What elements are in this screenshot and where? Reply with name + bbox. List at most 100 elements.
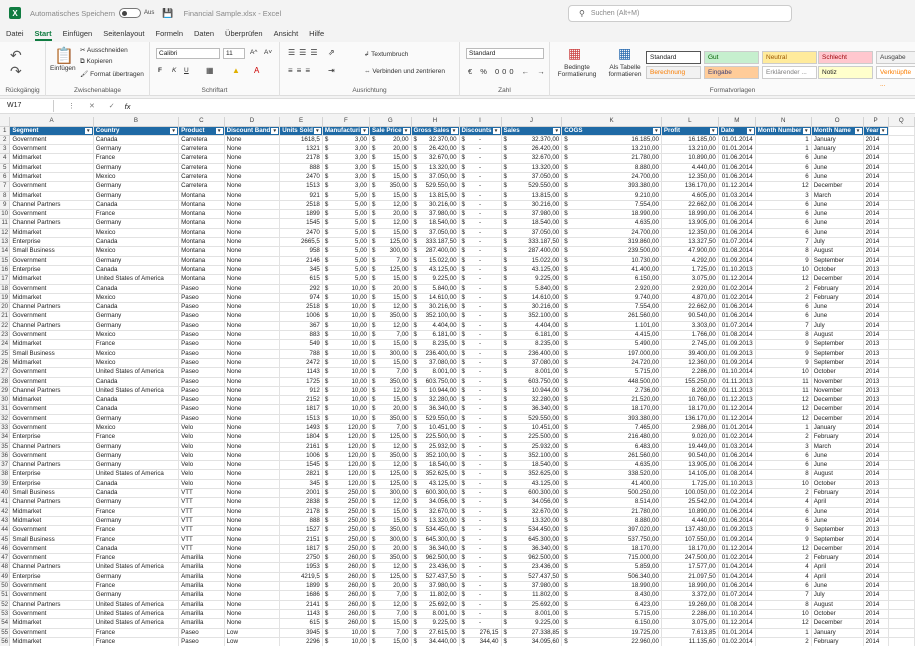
table-cell[interactable]: 01.08.2014 <box>718 330 756 341</box>
fx-icon[interactable]: fx <box>125 102 131 111</box>
table-cell[interactable]: 6 <box>755 172 812 183</box>
table-cell[interactable]: 01.12.2014 <box>718 618 756 629</box>
table-cell[interactable]: 37.080,00 <box>411 358 460 369</box>
number-format-icons[interactable]: € % 000 ← → <box>468 67 548 76</box>
table-cell[interactable]: 7,00 <box>369 330 412 341</box>
tab-start[interactable]: Start <box>34 26 52 42</box>
table-cell[interactable]: - <box>459 302 502 313</box>
column-header-E[interactable]: E <box>279 117 323 127</box>
table-cell[interactable]: 549 <box>279 339 323 350</box>
table-cell[interactable]: None <box>224 302 281 313</box>
table-cell[interactable]: 39.400,00 <box>661 349 719 359</box>
table-cell[interactable]: 12,00 <box>369 442 412 452</box>
table-cell[interactable]: 2014 <box>863 293 889 304</box>
table-cell[interactable]: VTT <box>178 516 225 527</box>
conditional-format-button[interactable]: Bedingte Formatierung <box>552 64 602 78</box>
row-header[interactable]: 40 <box>0 488 11 499</box>
table-cell[interactable]: 26.420,00 <box>501 144 563 155</box>
table-cell[interactable]: 529.550,00 <box>411 181 460 192</box>
table-cell[interactable]: 8 <box>755 246 812 257</box>
table-cell[interactable]: 2750 <box>279 553 323 564</box>
table-cell[interactable]: - <box>459 321 502 332</box>
table-cell[interactable]: Germany <box>93 163 180 174</box>
row-header[interactable]: 8 <box>0 191 11 201</box>
horizontal-align-icons[interactable]: ≡≡≡ <box>288 66 314 75</box>
table-cell[interactable]: None <box>224 274 281 285</box>
table-cell[interactable]: Canada <box>93 488 180 499</box>
table-cell[interactable]: 7.554,00 <box>561 200 662 211</box>
table-cell[interactable]: 2 <box>755 553 812 564</box>
table-cell[interactable]: 34.095,60 <box>501 637 563 646</box>
table-cell[interactable]: None <box>224 246 281 257</box>
table-cell[interactable]: 13.815,00 <box>411 191 460 201</box>
table-cell[interactable]: 344,40 <box>459 637 502 646</box>
table-cell[interactable]: - <box>459 609 502 620</box>
table-cell[interactable]: 10 <box>755 265 812 276</box>
table-cell[interactable]: None <box>224 218 281 229</box>
table-cell[interactable]: - <box>459 246 502 257</box>
empty-cell[interactable] <box>888 302 915 313</box>
empty-cell[interactable] <box>888 562 915 573</box>
table-cell[interactable]: 921 <box>279 191 323 201</box>
table-cell[interactable]: - <box>459 228 502 239</box>
table-cell[interactable]: Midmarket <box>9 172 94 183</box>
table-cell[interactable]: 1006 <box>279 451 323 462</box>
table-cell[interactable]: Montana <box>178 256 225 266</box>
table-cell[interactable]: Channel Partners <box>9 460 94 471</box>
table-cell[interactable]: Government <box>9 451 94 462</box>
table-header-cell[interactable]: Month Number ▾ <box>755 126 812 136</box>
table-cell[interactable]: Enterprise <box>9 237 94 248</box>
table-cell[interactable]: 125,00 <box>369 237 412 248</box>
table-cell[interactable]: Montana <box>178 246 225 257</box>
table-cell[interactable]: 260,00 <box>322 600 370 610</box>
table-cell[interactable]: None <box>224 581 281 592</box>
table-cell[interactable]: - <box>459 516 502 527</box>
table-cell[interactable]: 2 <box>755 293 812 304</box>
table-cell[interactable]: None <box>224 600 281 610</box>
table-cell[interactable]: 6 <box>755 460 812 471</box>
table-cell[interactable]: 15.022,00 <box>411 256 460 266</box>
table-cell[interactable]: 7.554,00 <box>561 302 662 313</box>
table-cell[interactable]: 1953 <box>279 562 323 573</box>
table-cell[interactable]: 352.100,00 <box>411 451 460 462</box>
table-cell[interactable]: United States of America <box>93 562 180 573</box>
table-cell[interactable]: 6 <box>755 153 812 164</box>
table-cell[interactable]: - <box>459 414 502 425</box>
table-cell[interactable]: 10,00 <box>322 358 370 369</box>
table-header-cell[interactable]: Sales ▾ <box>501 126 563 136</box>
table-cell[interactable]: 788 <box>279 349 323 359</box>
table-cell[interactable]: None <box>224 525 281 536</box>
table-cell[interactable]: 2 <box>755 284 812 294</box>
row-header[interactable]: 34 <box>0 432 11 443</box>
table-cell[interactable]: Montana <box>178 228 225 239</box>
table-cell[interactable]: 300,00 <box>369 535 412 545</box>
row-header[interactable]: 3 <box>0 144 11 155</box>
undo-icon[interactable]: ↶ <box>10 47 22 64</box>
table-cell[interactable]: 18.990,00 <box>661 581 719 592</box>
table-cell[interactable]: 8.001,00 <box>411 367 460 378</box>
table-cell[interactable]: 6 <box>755 209 812 220</box>
table-cell[interactable]: 37.050,00 <box>411 172 460 183</box>
table-cell[interactable]: 37.980,00 <box>411 581 460 592</box>
table-cell[interactable]: Mexico <box>93 228 180 239</box>
table-cell[interactable]: 01.06.2014 <box>718 581 756 592</box>
table-cell[interactable]: - <box>459 572 502 583</box>
table-cell[interactable]: Midmarket <box>9 339 94 350</box>
table-cell[interactable]: - <box>459 135 502 146</box>
table-cell[interactable]: 1.766,00 <box>661 330 719 341</box>
column-header-C[interactable]: C <box>178 117 225 127</box>
row-header[interactable]: 55 <box>0 628 11 638</box>
table-cell[interactable]: 01.01.2014 <box>718 628 756 638</box>
table-cell[interactable]: France <box>93 209 180 220</box>
table-cell[interactable]: None <box>224 395 281 406</box>
table-cell[interactable]: 9.225,00 <box>501 274 563 285</box>
table-cell[interactable]: 2151 <box>279 535 323 545</box>
empty-cell[interactable] <box>888 265 915 276</box>
table-cell[interactable]: Enterprise <box>9 265 94 276</box>
table-cell[interactable]: 352.100,00 <box>411 311 460 322</box>
table-cell[interactable]: Canada <box>93 135 180 146</box>
table-cell[interactable]: 25.692,00 <box>501 600 563 610</box>
table-cell[interactable]: 1143 <box>279 367 323 378</box>
table-cell[interactable]: 41.400,00 <box>561 265 662 276</box>
table-cell[interactable]: 15,00 <box>369 618 412 629</box>
